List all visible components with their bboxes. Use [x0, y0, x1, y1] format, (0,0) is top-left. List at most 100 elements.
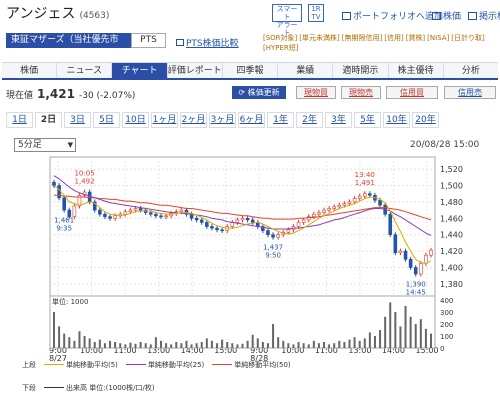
period-tab[interactable]: 2日 — [35, 112, 62, 128]
main-nav: 株価 ニュース チャート 評価レポート 四季報 業績 適時開示 株主優待 分析 — [2, 62, 498, 80]
volume-bar — [216, 343, 219, 348]
legend-lower: 下段 出来高 単位:(1000株/口/枚) — [22, 384, 155, 392]
period-tab[interactable]: 5日 — [93, 112, 120, 128]
volume-bar — [338, 340, 341, 348]
candle — [368, 193, 372, 196]
tab-chart[interactable]: チャート — [112, 63, 168, 78]
tab-analysis[interactable]: 分析 — [443, 63, 498, 78]
volume-bar — [231, 343, 234, 348]
period-tab[interactable]: 1ヶ月 — [151, 112, 178, 128]
period-tab[interactable]: 1年 — [267, 112, 294, 128]
volume-bar — [419, 319, 422, 348]
tab-news[interactable]: ニュース — [57, 63, 113, 78]
period-tab[interactable]: 6ヶ月 — [238, 112, 265, 128]
tab-shikiho[interactable]: 四季報 — [222, 63, 279, 78]
period-tab[interactable]: 1日 — [6, 112, 33, 128]
margin-buy-button[interactable]: 信用買 — [386, 86, 438, 99]
candle — [138, 208, 143, 211]
volume-bar — [414, 324, 417, 348]
volume-bar — [119, 343, 122, 348]
period-tab[interactable]: 20年 — [412, 112, 439, 128]
period-tab[interactable]: 2ヶ月 — [180, 112, 207, 128]
candle — [393, 234, 398, 254]
volume-bar — [368, 332, 371, 348]
candle — [123, 211, 128, 215]
volume-bar — [394, 312, 397, 348]
period-tab[interactable]: 10年 — [383, 112, 410, 128]
candle — [159, 215, 163, 218]
candle — [357, 195, 362, 199]
volume-tick-label: 400 — [440, 297, 453, 305]
volume-bar — [68, 337, 71, 348]
volume-bar — [328, 344, 331, 348]
candle — [419, 263, 423, 275]
margin-sell-button[interactable]: 信用売 — [444, 86, 496, 99]
volume-bar — [154, 337, 157, 348]
stock-price-link[interactable]: 株価 — [432, 9, 461, 22]
tv-button[interactable]: 1R TV — [308, 4, 324, 22]
candle — [403, 250, 408, 260]
volume-bar — [88, 338, 91, 348]
annotation-label: 1,437 — [263, 244, 283, 252]
tab-benefits[interactable]: 株主優待 — [388, 63, 444, 78]
candle — [179, 209, 184, 213]
candle — [133, 208, 138, 211]
volume-tick-label: 100 — [440, 333, 453, 341]
volume-bar — [78, 331, 81, 348]
board-link[interactable]: 掲示板 — [468, 9, 500, 22]
candle — [266, 230, 270, 235]
volume-bar — [307, 344, 310, 348]
refresh-button[interactable]: ⟳ 株価更新 — [232, 86, 286, 99]
volume-bar — [63, 333, 66, 348]
volume-bar — [424, 328, 427, 348]
candle — [148, 212, 153, 215]
volume-bar — [185, 340, 188, 348]
annotation-label: 14:45 — [406, 289, 426, 297]
chart-date: 20/08/28 15:00 — [410, 140, 480, 150]
volume-bar — [236, 344, 239, 348]
tag: [貸株] — [405, 34, 426, 42]
tab-disclosure[interactable]: 適時開示 — [333, 63, 389, 78]
add-portfolio-link[interactable]: ポートフォリオへ追加 — [342, 9, 443, 22]
period-tab[interactable]: 3年 — [325, 112, 352, 128]
volume-bar — [282, 340, 285, 348]
candle — [103, 213, 107, 217]
y-tick-label: 1,380 — [440, 280, 463, 289]
candle — [108, 216, 112, 219]
candle — [276, 234, 280, 238]
pts-tab[interactable]: PTS — [131, 33, 166, 48]
period-tab[interactable]: 10日 — [122, 112, 149, 128]
sell-button[interactable]: 現物売 — [341, 86, 381, 99]
volume-bar — [241, 343, 244, 348]
tag: [信用] — [384, 34, 404, 42]
market-selector[interactable]: 東証マザーズ（当社優先市場） — [6, 33, 131, 60]
tab-report[interactable]: 評価レポート — [167, 63, 223, 78]
period-tab[interactable]: 3日 — [64, 112, 91, 128]
annotation-label: 9:50 — [265, 252, 281, 260]
candle — [205, 222, 209, 227]
volume-bar — [399, 326, 402, 348]
tag: [NISA] — [427, 34, 450, 42]
volume-bar — [353, 337, 356, 348]
buy-button[interactable]: 現物買 — [296, 86, 336, 99]
candle — [429, 249, 433, 256]
smart-alert-button[interactable]: スマート アラート — [272, 4, 302, 37]
candle — [424, 254, 428, 264]
volume-bar — [210, 340, 213, 348]
period-tab[interactable]: 3ヶ月 — [209, 112, 236, 128]
tab-earnings[interactable]: 業績 — [278, 63, 334, 78]
period-tab[interactable]: 2年 — [296, 112, 323, 128]
price-change: -30 (-2.07%) — [78, 91, 136, 101]
price-panel — [49, 156, 436, 297]
candle — [322, 209, 326, 213]
candle — [250, 219, 255, 223]
volume-bar — [190, 344, 193, 348]
period-tab[interactable]: 5年 — [354, 112, 381, 128]
pts-compare-link[interactable]: PTS株価比較 — [176, 36, 239, 49]
current-price: 現在値 1,421 -30 (-2.07%) — [6, 87, 136, 101]
tab-stock-price[interactable]: 株価 — [2, 63, 58, 78]
volume-title: 単位: 1000 — [52, 297, 88, 306]
volume-bar — [109, 340, 112, 348]
candle — [317, 212, 321, 215]
stock-name: アンジェス — [6, 6, 76, 22]
